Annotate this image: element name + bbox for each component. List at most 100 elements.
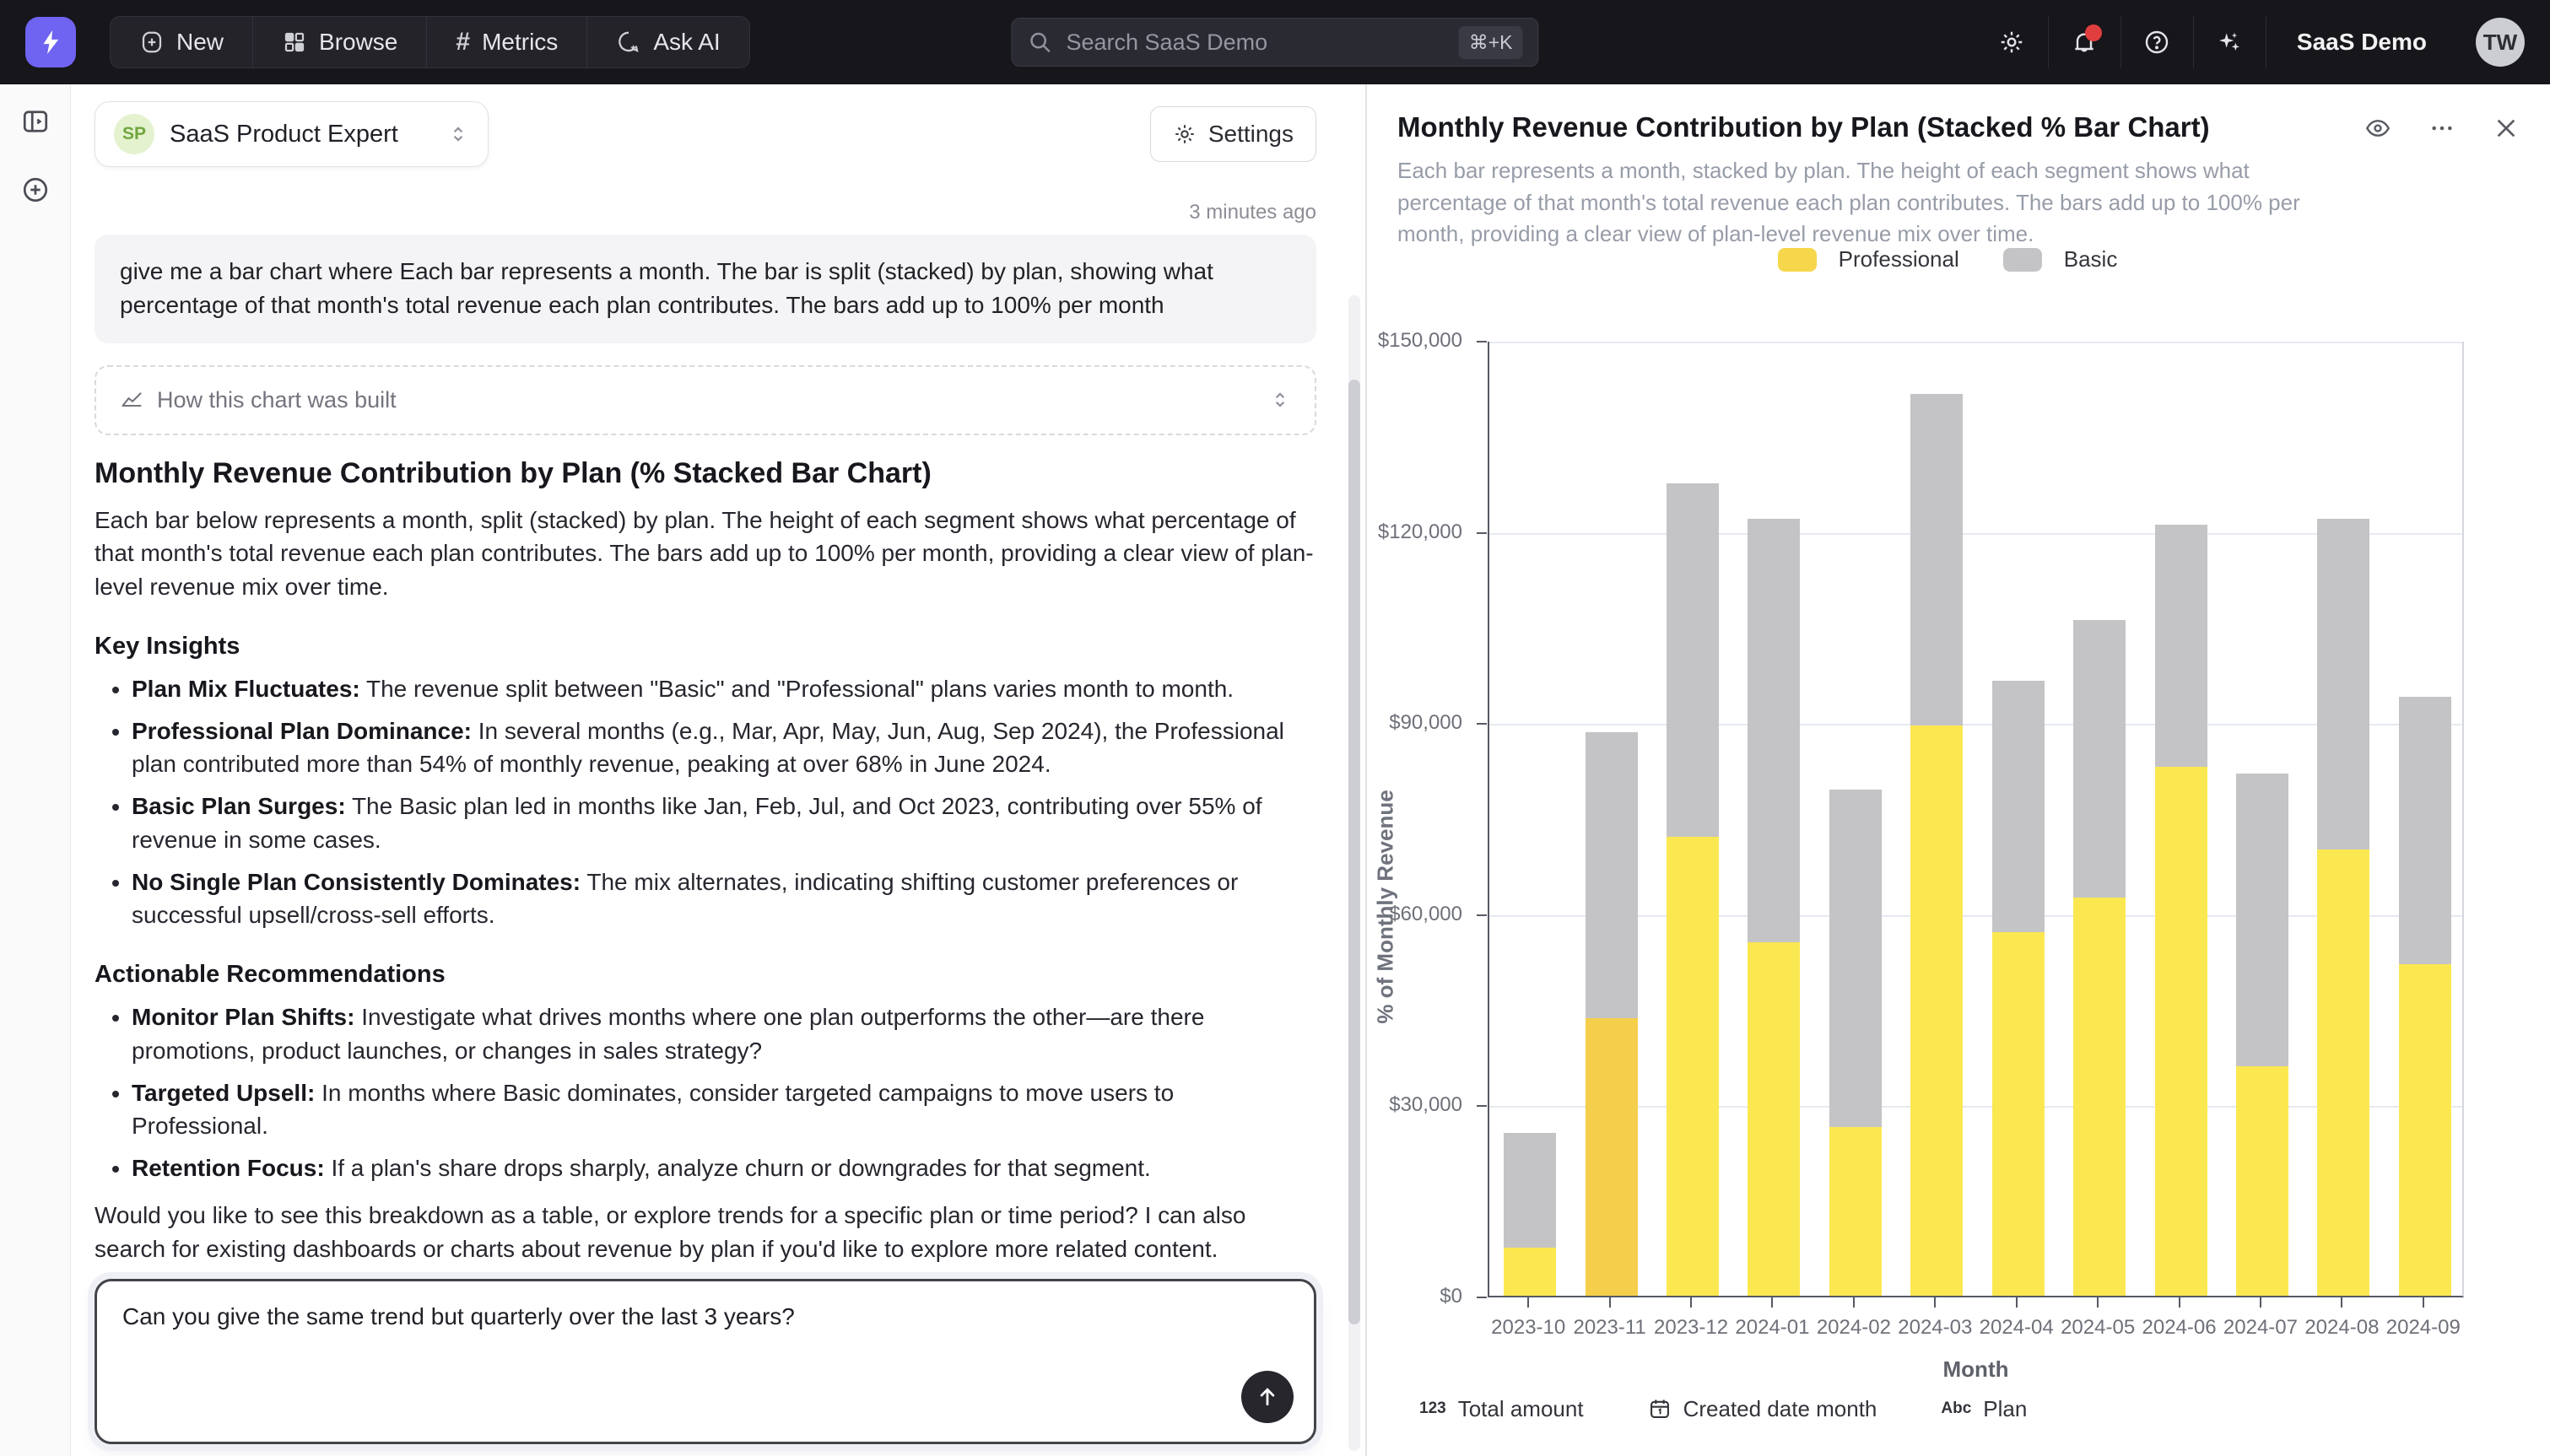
legend-label-basic[interactable]: Basic [2064, 246, 2118, 272]
new-chat-icon[interactable] [20, 175, 51, 209]
tag-created-date-month[interactable]: Created date month [1626, 1385, 1899, 1432]
bar-segment-basic[interactable] [2236, 774, 2288, 1066]
close-icon[interactable] [2493, 115, 2520, 142]
x-tick-label: 2023-10 [1491, 1316, 1565, 1340]
bar-2023-12[interactable] [1667, 483, 1719, 1296]
top-navbar: New Browse # Metrics Ask AI Search SaaS … [0, 0, 2550, 84]
bar-segment-professional[interactable] [2236, 1066, 2288, 1296]
plus-square-icon [139, 30, 165, 55]
send-button[interactable] [1241, 1371, 1294, 1423]
bar-segment-professional[interactable] [2073, 898, 2126, 1296]
chat-star-icon [616, 30, 641, 55]
list-item: Retention Focus: If a plan's share drops… [132, 1151, 1316, 1185]
preview-eye-icon[interactable] [2364, 115, 2391, 142]
chat-input-container: Can you give the same trend but quarterl… [95, 1279, 1316, 1444]
bar-segment-professional[interactable] [2399, 964, 2451, 1296]
more-options-icon[interactable] [2428, 115, 2455, 142]
global-search-input[interactable]: Search SaaS Demo ⌘+K [1012, 18, 1539, 67]
bar-2023-11[interactable] [1586, 732, 1638, 1296]
x-tick-mark [2260, 1297, 2261, 1308]
y-tick-mark [1477, 723, 1487, 725]
app-logo[interactable] [25, 17, 76, 67]
bar-2024-08[interactable] [2317, 519, 2369, 1296]
bar-segment-professional[interactable] [1748, 942, 1800, 1296]
bar-2024-02[interactable] [1829, 790, 1882, 1296]
x-tick-label: 2024-05 [2061, 1316, 2135, 1340]
how-chart-built-toggle[interactable]: How this chart was built [95, 365, 1316, 435]
tag-total-amount[interactable]: 123 Total amount [1397, 1385, 1606, 1432]
new-button[interactable]: New [111, 17, 253, 67]
list-item: Targeted Upsell: In months where Basic d… [132, 1076, 1316, 1144]
bar-2023-10[interactable] [1504, 1133, 1556, 1296]
bar-segment-basic[interactable] [1910, 394, 1963, 725]
browse-label: Browse [319, 29, 397, 56]
bar-2024-01[interactable] [1748, 519, 1800, 1296]
recommendations-heading: Actionable Recommendations [95, 961, 1316, 989]
bar-segment-professional[interactable] [1829, 1127, 1882, 1296]
bar-segment-basic[interactable] [2073, 620, 2126, 898]
bar-segment-basic[interactable] [2317, 519, 2369, 850]
bar-segment-basic[interactable] [1504, 1133, 1556, 1248]
bar-segment-professional[interactable] [2155, 767, 2207, 1296]
bar-segment-professional[interactable] [1910, 725, 1963, 1296]
settings-gear-button[interactable] [1975, 16, 2048, 68]
browse-button[interactable]: Browse [253, 17, 427, 67]
bar-segment-professional[interactable] [1667, 837, 1719, 1296]
y-tick-mark [1477, 1105, 1487, 1107]
metrics-label: Metrics [482, 29, 558, 56]
x-tick-label: 2024-02 [1817, 1316, 1891, 1340]
ask-ai-button[interactable]: Ask AI [587, 17, 748, 67]
bar-segment-basic[interactable] [1748, 519, 1800, 942]
notifications-button[interactable] [2048, 16, 2120, 68]
settings-label: Settings [1208, 121, 1294, 148]
bar-2024-04[interactable] [1992, 681, 2045, 1296]
navbar-right-group: SaaS Demo TW [1975, 16, 2525, 68]
bar-2024-06[interactable] [2155, 525, 2207, 1296]
metrics-button[interactable]: # Metrics [427, 17, 587, 67]
user-avatar[interactable]: TW [2476, 18, 2525, 67]
bar-2024-09[interactable] [2399, 697, 2451, 1296]
tag-plan[interactable]: Abc Plan [1919, 1385, 2049, 1432]
left-rail [0, 84, 71, 1456]
x-tick-mark [1527, 1297, 1529, 1308]
agent-settings-button[interactable]: Settings [1150, 106, 1316, 162]
list-item: Plan Mix Fluctuates: The revenue split b… [132, 672, 1316, 706]
bar-segment-basic[interactable] [1667, 483, 1719, 837]
help-button[interactable] [2120, 16, 2193, 68]
bar-2024-05[interactable] [2073, 620, 2126, 1296]
x-tick-mark [1853, 1297, 1855, 1308]
y-tick-mark [1477, 1297, 1487, 1298]
bar-segment-professional[interactable] [1504, 1248, 1556, 1296]
bar-segment-basic[interactable] [2155, 525, 2207, 767]
ai-sparkles-button[interactable] [2193, 16, 2266, 68]
chart-title: Monthly Revenue Contribution by Plan (St… [1397, 111, 2210, 143]
bar-segment-basic[interactable] [1992, 681, 2045, 932]
bar-segment-basic[interactable] [1829, 790, 1882, 1127]
bar-segment-professional[interactable] [2317, 849, 2369, 1296]
response-closing: Would you like to see this breakdown as … [95, 1199, 1316, 1266]
list-item: No Single Plan Consistently Dominates: T… [132, 866, 1316, 933]
chat-input[interactable]: Can you give the same trend but quarterl… [97, 1281, 1314, 1442]
legend-swatch-basic[interactable] [2003, 248, 2042, 272]
text-field-icon: Abc [1941, 1399, 1971, 1418]
bar-2024-03[interactable] [1910, 394, 1963, 1296]
bar-2024-07[interactable] [2236, 774, 2288, 1296]
key-insights-heading: Key Insights [95, 633, 1316, 661]
response-intro: Each bar below represents a month, split… [95, 504, 1316, 604]
y-tick-mark [1477, 914, 1487, 916]
sidebar-toggle-icon[interactable] [20, 106, 51, 141]
agent-selector[interactable]: SP SaaS Product Expert [95, 101, 489, 167]
x-tick-mark [1609, 1297, 1611, 1308]
recommendations-list: Monitor Plan Shifts: Investigate what dr… [95, 1000, 1316, 1185]
bar-segment-basic[interactable] [1586, 732, 1638, 1019]
bar-segment-basic[interactable] [2399, 697, 2451, 964]
bar-segment-professional[interactable] [1992, 932, 2045, 1296]
workspace-button[interactable]: SaaS Demo [2266, 16, 2457, 68]
calendar-icon [1648, 1397, 1672, 1421]
y-tick-label: $150,000 [1327, 329, 1462, 353]
legend-swatch-professional[interactable] [1778, 248, 1817, 272]
bar-segment-professional[interactable] [1586, 1018, 1638, 1296]
chart-description: Each bar represents a month, stacked by … [1397, 155, 2359, 251]
field-tags-row: 123 Total amount Created date month Abc … [1397, 1385, 2049, 1432]
legend-label-professional[interactable]: Professional [1839, 246, 1959, 272]
